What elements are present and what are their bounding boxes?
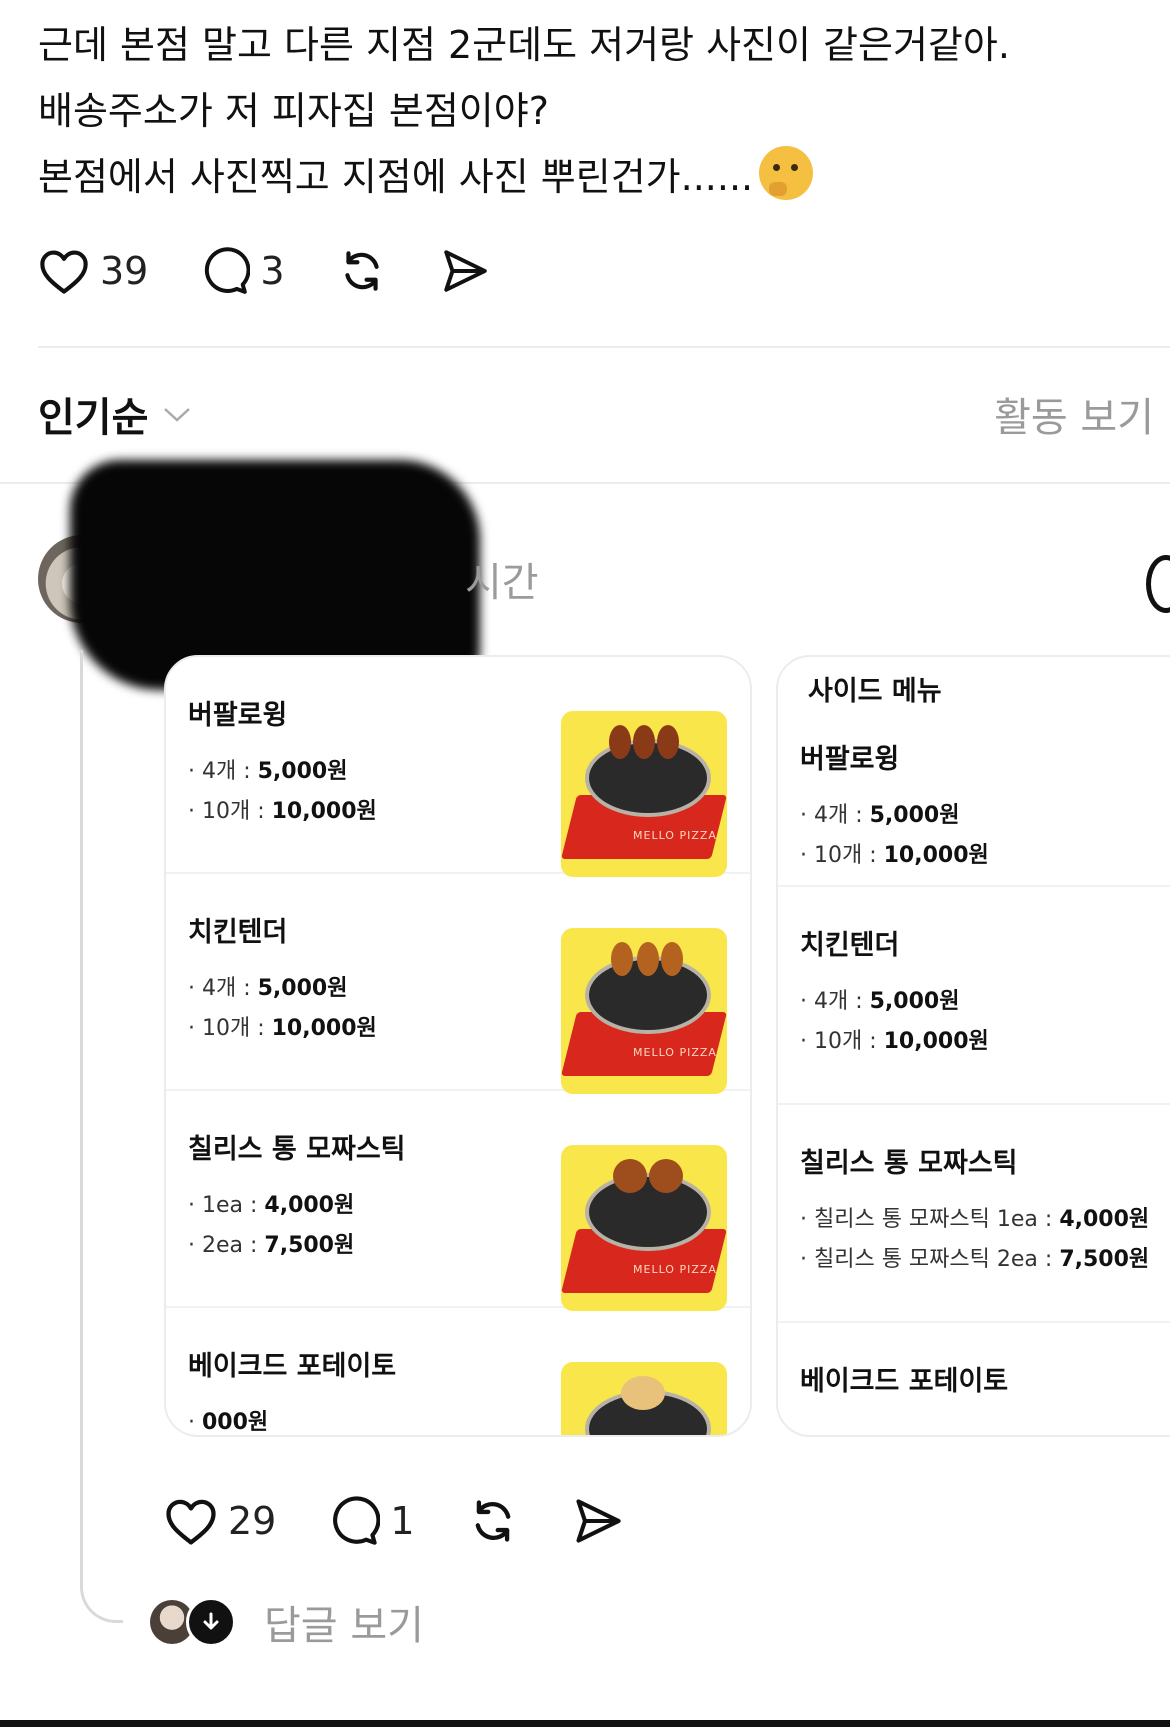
comment-time: 시간 [465, 560, 539, 606]
menu-item-price: · 4개 : 5,000원 [188, 759, 348, 784]
menu-item-price: · 4개 : 5,000원 [800, 989, 960, 1014]
send-icon [443, 250, 487, 292]
menu-item: 치킨텐더 · 4개 : 5,000원 · 10개 : 10,000원 [778, 887, 1170, 1105]
divider [38, 346, 1170, 348]
view-replies-label: 답글 보기 [264, 1603, 424, 1649]
repost-icon [344, 251, 379, 291]
comment-count: 3 [260, 249, 285, 293]
menu-item-price: · 칠리스 통 모짜스틱 2ea : 7,500원 [800, 1247, 1150, 1272]
menu-item-name: 버팔로윙 [800, 744, 900, 775]
post-line-3-text: 본점에서 사진찍고 지점에 사진 뿌린건가...... [38, 155, 754, 199]
menu-item-name: 칠리스 통 모짜스틱 [800, 1148, 1018, 1179]
reply-count: 1 [390, 1499, 415, 1543]
menu-item: 칠리스 통 모짜스틱 · 칠리스 통 모짜스틱 1ea : 4,000원 · 칠… [778, 1105, 1170, 1323]
share-button[interactable] [439, 246, 491, 296]
post-actions: 39 3 [38, 246, 543, 296]
menu-item-price: · 10개 : 10,000원 [188, 1016, 377, 1041]
menu-item-price: · 1ea : 4,000원 [188, 1193, 355, 1218]
food-photo [561, 1362, 727, 1435]
like-count: 29 [228, 1499, 277, 1543]
menu-item: 베이크드 포테이토 · 000원 [166, 1308, 750, 1435]
more-options-icon[interactable] [1146, 555, 1170, 613]
menu-item: 베이크드 포테이토 [778, 1323, 1170, 1435]
heart-icon [166, 1499, 216, 1545]
menu-item: 버팔로윙 · 4개 : 5,000원 · 10개 : 10,000원 MELLO… [166, 657, 750, 877]
menu-image-right[interactable]: 사이드 메뉴 버팔로윙 · 4개 : 5,000원 · 10개 : 10,000… [776, 655, 1170, 1437]
menu-item-price: · 4개 : 5,000원 [800, 803, 960, 828]
photo-logo: MELLO PIZZA [633, 1046, 717, 1059]
heart-icon [40, 250, 88, 294]
menu-item: 치킨텐더 · 4개 : 5,000원 · 10개 : 10,000원 MELLO… [166, 874, 750, 1094]
post-line-3: 본점에서 사진찍고 지점에 사진 뿌린건가...... [38, 144, 1163, 210]
menu-item-name: 치킨텐더 [188, 917, 288, 948]
post-line-2: 배송주소가 저 피자집 본점이야? [38, 89, 549, 133]
view-replies[interactable]: 답글 보기 [150, 1593, 424, 1651]
sort-label: 인기순 [38, 395, 149, 441]
photo-logo: MELLO PIZZA [633, 1263, 717, 1276]
menu-item-name: 치킨텐더 [800, 930, 900, 961]
food-photo: MELLO PIZZA [561, 1145, 727, 1311]
menu-item-name: 버팔로윙 [188, 700, 288, 731]
arrow-down-icon [186, 1597, 236, 1647]
food-photo: MELLO PIZZA [561, 928, 727, 1094]
menu-item-price: · 2ea : 7,500원 [188, 1233, 355, 1258]
thinking-face-icon [759, 146, 814, 200]
comment-icon [205, 247, 251, 294]
sort-bar: 인기순 활동 보기 [38, 385, 1158, 443]
menu-item-name: 베이크드 포테이토 [800, 1366, 1009, 1397]
repost-button[interactable] [467, 1495, 519, 1547]
repost-icon [475, 1500, 510, 1542]
menu-item: 칠리스 통 모짜스틱 · 1ea : 4,000원 · 2ea : 7,500원… [166, 1091, 750, 1311]
menu-item-price: · 10개 : 10,000원 [188, 799, 377, 824]
menu-image-left[interactable]: 버팔로윙 · 4개 : 5,000원 · 10개 : 10,000원 MELLO… [164, 655, 752, 1437]
thread-line [80, 650, 123, 1623]
like-button[interactable]: 39 [38, 247, 148, 295]
comment-icon [333, 1496, 381, 1545]
screen-bottom-edge [0, 1720, 1170, 1727]
view-activity-link[interactable]: 활동 보기 [994, 385, 1154, 443]
menu-item-name: 칠리스 통 모짜스틱 [188, 1134, 406, 1165]
chevron-down-icon [164, 408, 191, 422]
menu-item: 버팔로윙 · 4개 : 5,000원 · 10개 : 10,000원 [778, 715, 1170, 887]
menu-item-price: · 000원 [188, 1410, 269, 1435]
like-button[interactable]: 29 [164, 1496, 276, 1546]
menu-section-title: 사이드 메뉴 [808, 676, 942, 707]
repost-button[interactable] [337, 246, 387, 296]
comment-button[interactable]: 3 [200, 246, 285, 296]
sort-dropdown[interactable]: 인기순 [38, 385, 192, 443]
reply-button[interactable]: 1 [328, 1495, 415, 1547]
menu-item-name: 베이크드 포테이토 [188, 1351, 397, 1382]
like-count: 39 [100, 249, 149, 293]
post-line-1: 근데 본점 말고 다른 지점 2군데도 저거랑 사진이 같은거같아. [38, 23, 1010, 67]
menu-item-price: · 4개 : 5,000원 [188, 976, 348, 1001]
post-body: 근데 본점 말고 다른 지점 2군데도 저거랑 사진이 같은거같아. 배송주소가… [38, 12, 1163, 210]
menu-item-price: · 10개 : 10,000원 [800, 1029, 989, 1054]
share-button[interactable] [571, 1495, 625, 1547]
send-icon [575, 1499, 621, 1543]
menu-item-price: · 칠리스 통 모짜스틱 1ea : 4,000원 [800, 1207, 1150, 1232]
comment-actions: 29 1 [164, 1495, 677, 1547]
menu-item-price: · 10개 : 10,000원 [800, 843, 989, 868]
food-photo: MELLO PIZZA [561, 711, 727, 877]
photo-logo: MELLO PIZZA [633, 829, 717, 842]
